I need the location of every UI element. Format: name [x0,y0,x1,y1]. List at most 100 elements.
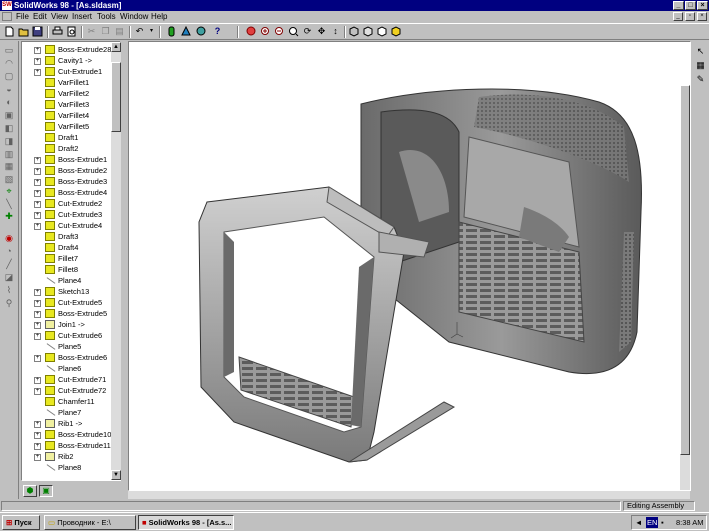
options-icon[interactable] [181,25,192,37]
tree-item[interactable]: + Sketch13 [22,286,120,297]
tree-item[interactable]: + Boss-Extrude6 [22,352,120,363]
zoom-out-icon[interactable] [274,26,285,37]
zoom-dynamic-icon[interactable]: ↕ [330,26,341,37]
tree-item[interactable]: Draft2 [22,143,120,154]
expand-icon[interactable]: + [34,190,41,197]
menu-insert[interactable]: Insert [72,12,92,22]
tree-item[interactable]: + Cut-Extrude2 [22,198,120,209]
tool-icon-3[interactable]: ▢ [3,71,15,81]
tree-item[interactable]: + Cut-Extrude72 [22,385,120,396]
tree-item[interactable]: + Rib1 -> [22,418,120,429]
tree-scroll-thumb[interactable] [111,62,121,132]
cut-icon[interactable]: ✂ [86,26,97,37]
taskbar-explorer-button[interactable]: ▭ Проводник - E:\ [44,515,136,530]
tree-item[interactable]: Fillet7 [22,253,120,264]
tree-item[interactable]: Fillet8 [22,264,120,275]
tree-item[interactable]: VarFillet5 [22,121,120,132]
tree-item[interactable]: + Cut-Extrude4 [22,220,120,231]
tool-icon-7[interactable]: ◧ [3,123,15,133]
hidden-lines-gray-icon[interactable] [362,26,373,37]
expand-icon[interactable]: + [34,157,41,164]
close-button[interactable]: × [697,1,708,10]
tree-item[interactable]: + Cut-Extrude71 [22,374,120,385]
add-icon[interactable]: ✚ [3,211,15,221]
help-icon[interactable]: ? [212,26,223,37]
tool-icon-15[interactable]: ⌇ [3,285,15,295]
pan-icon[interactable]: ✥ [316,26,327,37]
sketch-pencil-icon[interactable]: ✎ [694,73,707,85]
tree-item[interactable]: + Cut-Extrude5 [22,297,120,308]
tool-icon-10[interactable]: ▦ [3,161,15,171]
expand-icon[interactable]: + [34,421,41,428]
tree-item[interactable]: + Boss-Extrude5 [22,308,120,319]
property-tab-icon[interactable]: ▣ [39,485,53,497]
color-icon[interactable] [196,26,207,37]
mate-icon[interactable]: ◉ [3,233,15,243]
tree-item[interactable]: + Join1 -> [22,319,120,330]
tree-item[interactable]: Plane7 [22,407,120,418]
expand-icon[interactable]: + [34,333,41,340]
tree-item[interactable]: + Boss-Extrude2 [22,165,120,176]
start-button[interactable]: ⊞ Пуск [2,515,40,530]
viewport-vertical-scrollbar[interactable] [680,85,690,490]
relation-icon[interactable]: ⌖ [3,186,15,196]
tree-item[interactable]: VarFillet2 [22,88,120,99]
menu-window[interactable]: Window [120,12,148,22]
zoom-area-icon[interactable] [288,26,299,37]
tree-item[interactable]: Chamfer11 [22,396,120,407]
undo-dropdown-icon[interactable]: ▾ [146,26,157,37]
tree-item[interactable]: VarFillet4 [22,110,120,121]
wireframe-icon[interactable] [348,26,359,37]
copy-icon[interactable]: ❐ [100,26,111,37]
tool-icon-12[interactable]: ◔ [3,246,15,256]
tool-icon-2[interactable]: ◠ [3,58,15,68]
expand-icon[interactable]: + [34,58,41,65]
expand-icon[interactable]: + [34,289,41,296]
expand-icon[interactable]: + [34,69,41,76]
expand-icon[interactable]: + [34,388,41,395]
expand-icon[interactable]: + [34,168,41,175]
hidden-lines-removed-icon[interactable] [376,26,387,37]
tree-item[interactable]: Plane8 [22,462,120,473]
grid-icon[interactable]: ▦ [694,59,707,71]
tool-icon-1[interactable]: ▭ [3,45,15,55]
volume-icon[interactable]: ◄ [635,516,642,529]
zoom-in-icon[interactable] [260,26,271,37]
open-icon[interactable] [18,26,29,37]
tree-item[interactable]: + Boss-Extrude3 [22,176,120,187]
tool-icon-11[interactable]: ▧ [3,174,15,184]
feature-tree-tab-icon[interactable]: ⬢ [23,485,37,497]
tree-item[interactable]: + Cut-Extrude1 [22,66,120,77]
tree-item[interactable]: + Boss-Extrude1 [22,154,120,165]
tree-item[interactable]: + Boss-Extrude10 [22,429,120,440]
print-preview-icon[interactable] [66,26,77,37]
tool-icon-9[interactable]: ▥ [3,149,15,159]
tree-item[interactable]: + Boss-Extrude28 [22,44,120,55]
shaded-icon[interactable] [390,26,401,37]
menu-help[interactable]: Help [151,12,167,22]
doc-minimize-button[interactable]: _ [673,12,683,21]
minimize-button[interactable]: _ [673,1,684,10]
tree-item[interactable]: Draft4 [22,242,120,253]
tree-item[interactable]: Plane5 [22,341,120,352]
select-arrow-icon[interactable]: ↖ [694,45,707,57]
expand-icon[interactable]: + [34,47,41,54]
tree-item[interactable]: + Cut-Extrude3 [22,209,120,220]
expand-icon[interactable]: + [34,322,41,329]
menu-view[interactable]: View [51,12,68,22]
doc-close-button[interactable]: × [697,12,707,21]
document-icon[interactable] [2,12,12,21]
language-indicator[interactable]: EN [646,517,659,528]
tree-item[interactable]: + Cut-Extrude6 [22,330,120,341]
graphics-area[interactable] [128,41,691,491]
expand-icon[interactable]: + [34,212,41,219]
maximize-button[interactable]: □ [685,1,696,10]
expand-icon[interactable]: + [34,432,41,439]
tool-icon-6[interactable]: ▣ [3,110,15,120]
expand-icon[interactable]: + [34,201,41,208]
menu-tools[interactable]: Tools [97,12,116,22]
tree-item[interactable]: Draft3 [22,231,120,242]
undo-icon[interactable]: ↶ [134,26,145,37]
tool-icon-4[interactable]: ◒ [3,84,15,94]
new-icon[interactable] [4,26,15,37]
